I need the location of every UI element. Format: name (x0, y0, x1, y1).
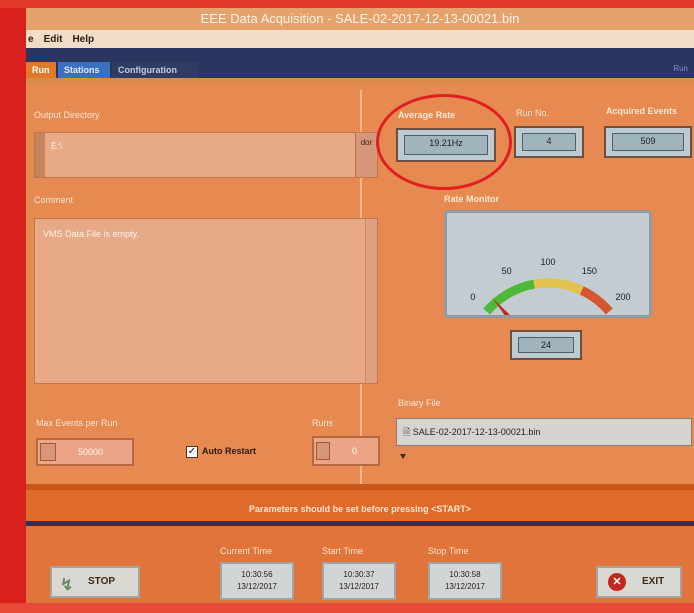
comment-label: Comment (34, 195, 74, 205)
menu-edit[interactable]: Edit (44, 34, 63, 45)
tab-stations[interactable]: Stations (58, 62, 110, 78)
max-events-label: Max Events per Run (36, 418, 118, 428)
tab-run[interactable]: Run (26, 62, 56, 78)
rate-monitor-label: Rate Monitor (444, 194, 499, 204)
stop-time-value: 10:30:58 (449, 570, 481, 579)
auto-restart-checkbox[interactable]: ✓ (186, 446, 198, 458)
gauge-arc-high (579, 286, 613, 315)
start-time-label: Start Time (322, 546, 364, 556)
comment-scrollbar[interactable] (365, 219, 377, 383)
gauge-tick-label: 150 (582, 266, 597, 276)
comment-textarea[interactable]: VMS Data File is empty. (34, 218, 378, 384)
gauge-tick-label: 200 (616, 292, 631, 302)
current-time-display: 10:30:56 13/12/2017 (220, 562, 294, 600)
menu-file[interactable]: e (28, 34, 34, 45)
max-events-input[interactable]: 50000 (36, 438, 134, 466)
acquired-events-display: 509 (604, 126, 692, 158)
highlight-circle (376, 94, 512, 190)
browse-button[interactable]: dor (355, 133, 377, 177)
acquired-events-value: 509 (612, 133, 684, 151)
runs-spinner-icon[interactable] (316, 442, 330, 460)
auto-restart-label: Auto Restart (202, 446, 257, 456)
exit-button[interactable]: ✕ EXIT (596, 566, 682, 598)
runs-label: Runs (312, 418, 334, 428)
binary-file-dropdown-icon[interactable] (400, 454, 406, 459)
stop-time-label: Stop Time (428, 546, 469, 556)
gauge-tick-label: 0 (470, 292, 475, 302)
window-title: EEE Data Acquisition - SALE-02-2017-12-1… (26, 8, 694, 30)
binary-file-value: SALE-02-2017-12-13-00021.bin (412, 427, 541, 437)
stop-date-value: 13/12/2017 (444, 582, 486, 591)
start-time-display: 10:30:37 13/12/2017 (322, 562, 396, 600)
output-directory-label: Output Directory (34, 110, 100, 120)
menu-bar: e Edit Help (26, 30, 694, 48)
gauge-dial: 0 50 100 150 200 (470, 257, 631, 334)
stop-icon: ↯ (60, 577, 74, 594)
rate-monitor-readout: 24 (510, 330, 582, 360)
photo-frame-bottom (0, 603, 694, 613)
current-time-value: 10:30:56 (241, 570, 273, 579)
output-directory-value: E:\ (51, 141, 63, 151)
current-time-label: Current Time (220, 546, 273, 556)
gauge-tick-label: 50 (502, 266, 512, 276)
photo-frame-top (0, 0, 694, 8)
start-date-value: 13/12/2017 (338, 582, 380, 591)
menu-help[interactable]: Help (72, 34, 94, 45)
photo-frame-left (0, 0, 26, 613)
max-events-value: 50000 (78, 447, 104, 457)
run-no-label: Run No. (516, 108, 550, 118)
runs-input[interactable]: 0 (312, 436, 380, 466)
runs-value: 0 (352, 446, 358, 456)
path-prefix-icon (35, 133, 45, 177)
gauge-arc-mid (533, 278, 584, 295)
current-date-value: 13/12/2017 (236, 582, 278, 591)
tab-bar: Run Stations Configuration Run (26, 48, 694, 84)
file-icon: 🗎 (403, 427, 413, 437)
acquired-events-label: Acquired Events (606, 106, 678, 116)
binary-file-label: Binary File (398, 398, 441, 408)
comment-text: VMS Data File is empty. (43, 229, 139, 239)
stop-time-display: 10:30:58 13/12/2017 (428, 562, 502, 600)
close-icon: ✕ (608, 573, 626, 591)
gauge-tick-label: 100 (540, 257, 555, 267)
run-no-display: 4 (514, 126, 584, 158)
message-bar: Parameters should be set before pressing… (26, 484, 694, 526)
binary-file-field[interactable]: 🗎 SALE-02-2017-12-13-00021.bin (396, 418, 692, 446)
gauge-arc-low (483, 279, 536, 315)
run-no-value: 4 (522, 133, 576, 151)
status-message: Parameters should be set before pressing… (249, 504, 471, 514)
stop-button-label: STOP (88, 576, 116, 587)
start-time-value: 10:30:37 (343, 570, 375, 579)
rate-monitor-readout-value: 24 (518, 337, 574, 353)
exit-button-label: EXIT (642, 576, 665, 587)
rate-monitor-gauge: 0 50 100 150 200 (444, 210, 652, 334)
max-events-spinner-icon[interactable] (40, 443, 56, 461)
tab-bar-right-text: Run (673, 64, 688, 73)
tab-configuration[interactable]: Configuration (112, 62, 198, 78)
output-directory-field[interactable]: E:\ dor (34, 132, 378, 178)
stop-button[interactable]: ↯ STOP (50, 566, 140, 598)
